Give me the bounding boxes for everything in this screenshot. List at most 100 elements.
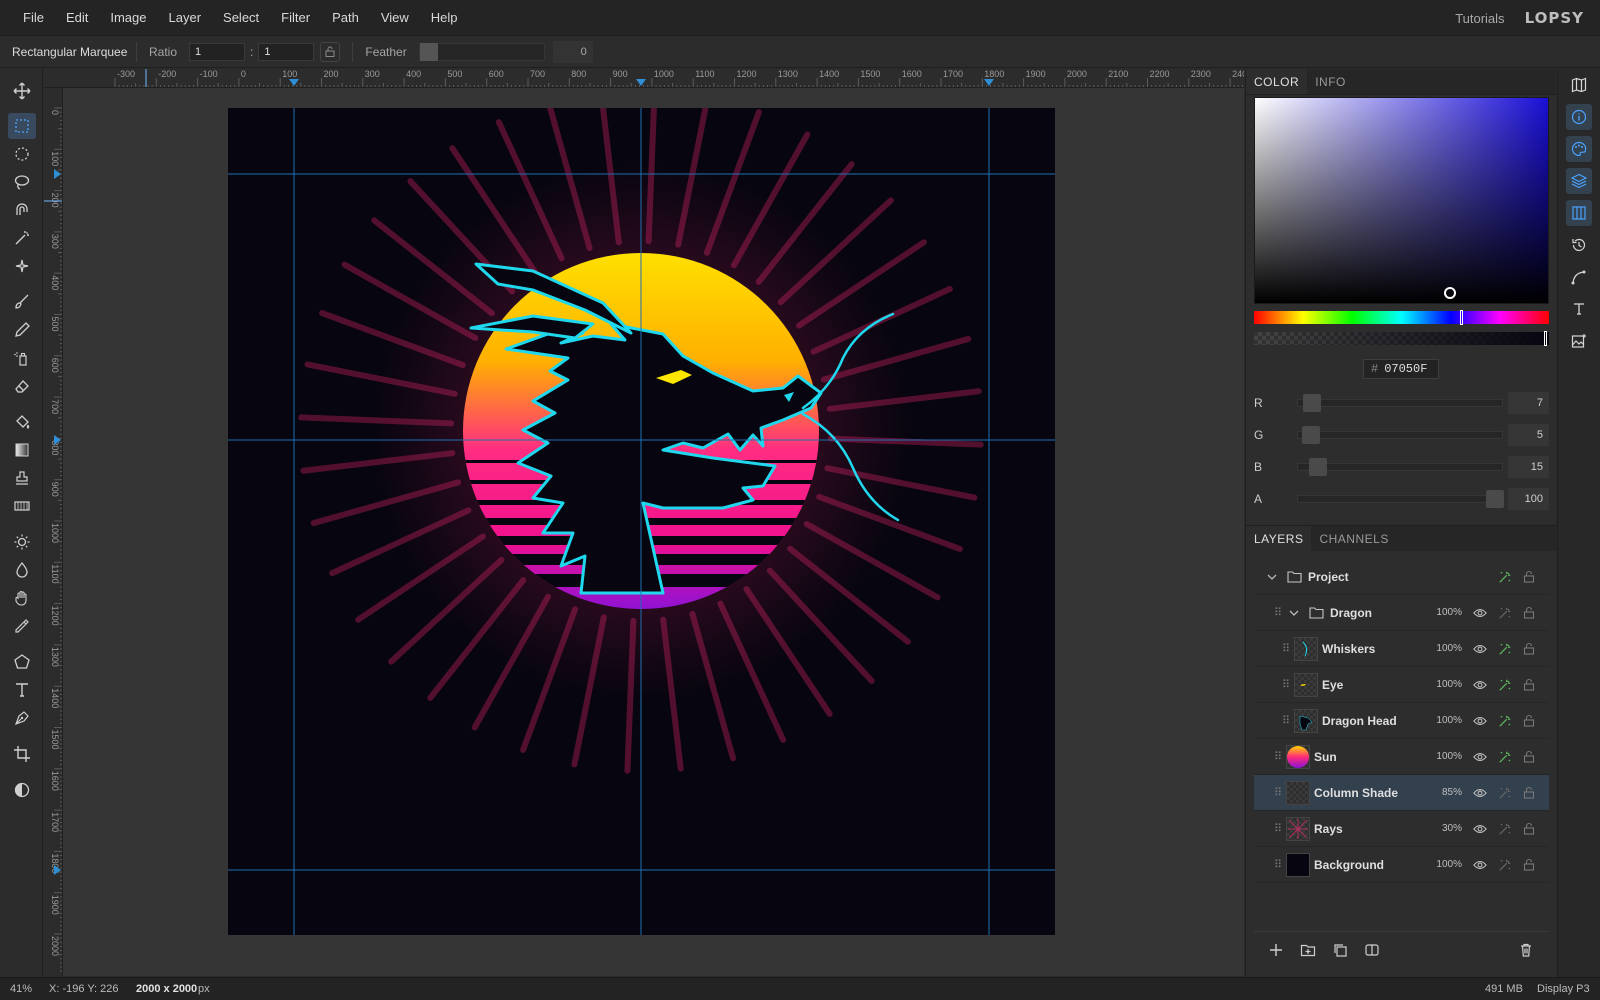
lock-icon[interactable] [1521,857,1537,873]
layer-row[interactable]: Project [1254,559,1549,595]
effects-icon[interactable] [1497,785,1513,801]
lock-icon[interactable] [1521,713,1537,729]
feather-slider-thumb[interactable] [419,42,438,61]
move-tool[interactable] [8,78,36,104]
ellipse-marquee-tool[interactable] [8,141,36,167]
chevron-down-icon[interactable] [1286,605,1302,621]
crop-tool[interactable] [8,741,36,767]
tutorials-link[interactable]: Tutorials [1455,11,1504,26]
hex-value[interactable]: 07050F [1384,362,1427,376]
effects-icon[interactable] [1497,569,1513,585]
layer-name[interactable]: Project [1308,570,1349,584]
drag-handle-icon[interactable]: ⠿ [1282,678,1290,691]
blue-slider[interactable] [1297,458,1503,476]
effects-icon[interactable] [1497,749,1513,765]
ratio-height-input[interactable] [258,42,315,61]
menu-file[interactable]: File [12,0,55,36]
pencil-tool[interactable] [8,317,36,343]
tab-info[interactable]: INFO [1307,69,1354,94]
visibility-eye-icon[interactable] [1472,713,1488,729]
drag-handle-icon[interactable]: ⠿ [1274,786,1282,799]
pen-tool[interactable] [8,705,36,731]
red-value[interactable]: 7 [1508,392,1549,414]
guide-marker[interactable] [54,169,61,179]
magnetic-lasso-tool[interactable] [8,197,36,223]
artwork[interactable] [63,88,1244,976]
vertical-ruler[interactable]: 0 100 200 300 400 500 600 700 800 900 1000 1100 1200… [44,88,63,976]
lock-icon[interactable] [1521,641,1537,657]
drag-handle-icon[interactable]: ⠿ [1274,606,1282,619]
layer-opacity[interactable]: 100% [1434,751,1462,762]
layer-name[interactable]: Sun [1314,750,1337,764]
duplicate-layer-icon[interactable] [1332,942,1348,958]
alpha-channel-handle[interactable] [1486,490,1504,508]
layer-row[interactable]: ⠿ Column Shade 85% [1254,775,1549,811]
ratio-width-input[interactable] [189,42,246,61]
layer-opacity[interactable]: 100% [1434,859,1462,870]
tab-color[interactable]: COLOR [1246,69,1308,94]
drag-handle-icon[interactable]: ⠿ [1282,642,1290,655]
color-picker-cursor[interactable] [1443,286,1456,299]
feather-value[interactable]: 0 [552,40,593,63]
guide-marker[interactable] [984,79,994,86]
hue-slider-handle[interactable] [1459,310,1463,325]
layer-name[interactable]: Background [1314,858,1384,872]
info-panel-button[interactable] [1566,104,1592,130]
layer-opacity[interactable]: 30% [1434,823,1462,834]
character-panel-button[interactable] [1566,296,1592,322]
quick-select-tool[interactable] [8,253,36,279]
blue-slider-handle[interactable] [1309,458,1328,476]
lasso-tool[interactable] [8,169,36,195]
rect-marquee-tool[interactable] [8,113,36,139]
image-adjust-button[interactable] [1566,328,1592,354]
stamp-tool[interactable] [8,465,36,491]
mask-mode-tool[interactable] [8,777,36,803]
lock-icon[interactable] [1521,677,1537,693]
navigator-button[interactable] [1566,72,1592,98]
effects-icon[interactable] [1497,821,1513,837]
effects-icon[interactable] [1497,713,1513,729]
ratio-lock-button[interactable] [320,41,341,62]
alpha-channel-slider[interactable] [1297,490,1504,508]
text-tool[interactable] [8,677,36,703]
layer-opacity[interactable]: 100% [1434,679,1462,690]
lock-icon[interactable] [1521,821,1537,837]
green-slider[interactable] [1297,426,1503,444]
effects-icon[interactable] [1497,605,1513,621]
layer-row[interactable]: ⠿ Background 100% [1254,847,1549,883]
layer-row[interactable]: ⠿ Whiskers 100% [1254,631,1549,667]
menu-image[interactable]: Image [99,0,157,36]
lock-icon[interactable] [1521,569,1537,585]
red-slider-handle[interactable] [1303,394,1322,412]
visibility-eye-icon[interactable] [1472,605,1488,621]
tab-layers[interactable]: LAYERS [1246,526,1312,551]
spray-tool[interactable] [8,345,36,371]
tab-channels[interactable]: CHANNELS [1311,526,1396,551]
canvas-viewport[interactable] [63,88,1244,976]
lock-icon[interactable] [1521,749,1537,765]
menu-layer[interactable]: Layer [158,0,213,36]
channels-panel-button[interactable] [1566,200,1592,226]
eyedropper-tool[interactable] [8,613,36,639]
magic-wand-tool[interactable] [8,225,36,251]
visibility-eye-icon[interactable] [1472,641,1488,657]
saturation-brightness-picker[interactable] [1254,97,1549,304]
green-slider-handle[interactable] [1301,426,1320,444]
visibility-eye-icon[interactable] [1472,677,1488,693]
feather-slider[interactable] [418,42,545,61]
drag-handle-icon[interactable]: ⠿ [1274,858,1282,871]
blur-tool[interactable] [8,557,36,583]
red-slider[interactable] [1297,394,1503,412]
blue-value[interactable]: 15 [1508,456,1549,478]
hex-input[interactable]: #07050F [1363,359,1439,379]
brush-tool[interactable] [8,289,36,315]
effects-icon[interactable] [1497,641,1513,657]
color-panel-button[interactable] [1566,136,1592,162]
gradient-tool[interactable] [8,437,36,463]
drag-handle-icon[interactable]: ⠿ [1274,750,1282,763]
layer-row[interactable]: ⠿ Rays 30% [1254,811,1549,847]
effects-icon[interactable] [1497,857,1513,873]
paths-panel-button[interactable] [1566,264,1592,290]
menu-path[interactable]: Path [321,0,370,36]
horizontal-ruler[interactable]: -300 -200 -100 0 100 200 300 400 500 600 700 800 900… [44,69,1244,88]
